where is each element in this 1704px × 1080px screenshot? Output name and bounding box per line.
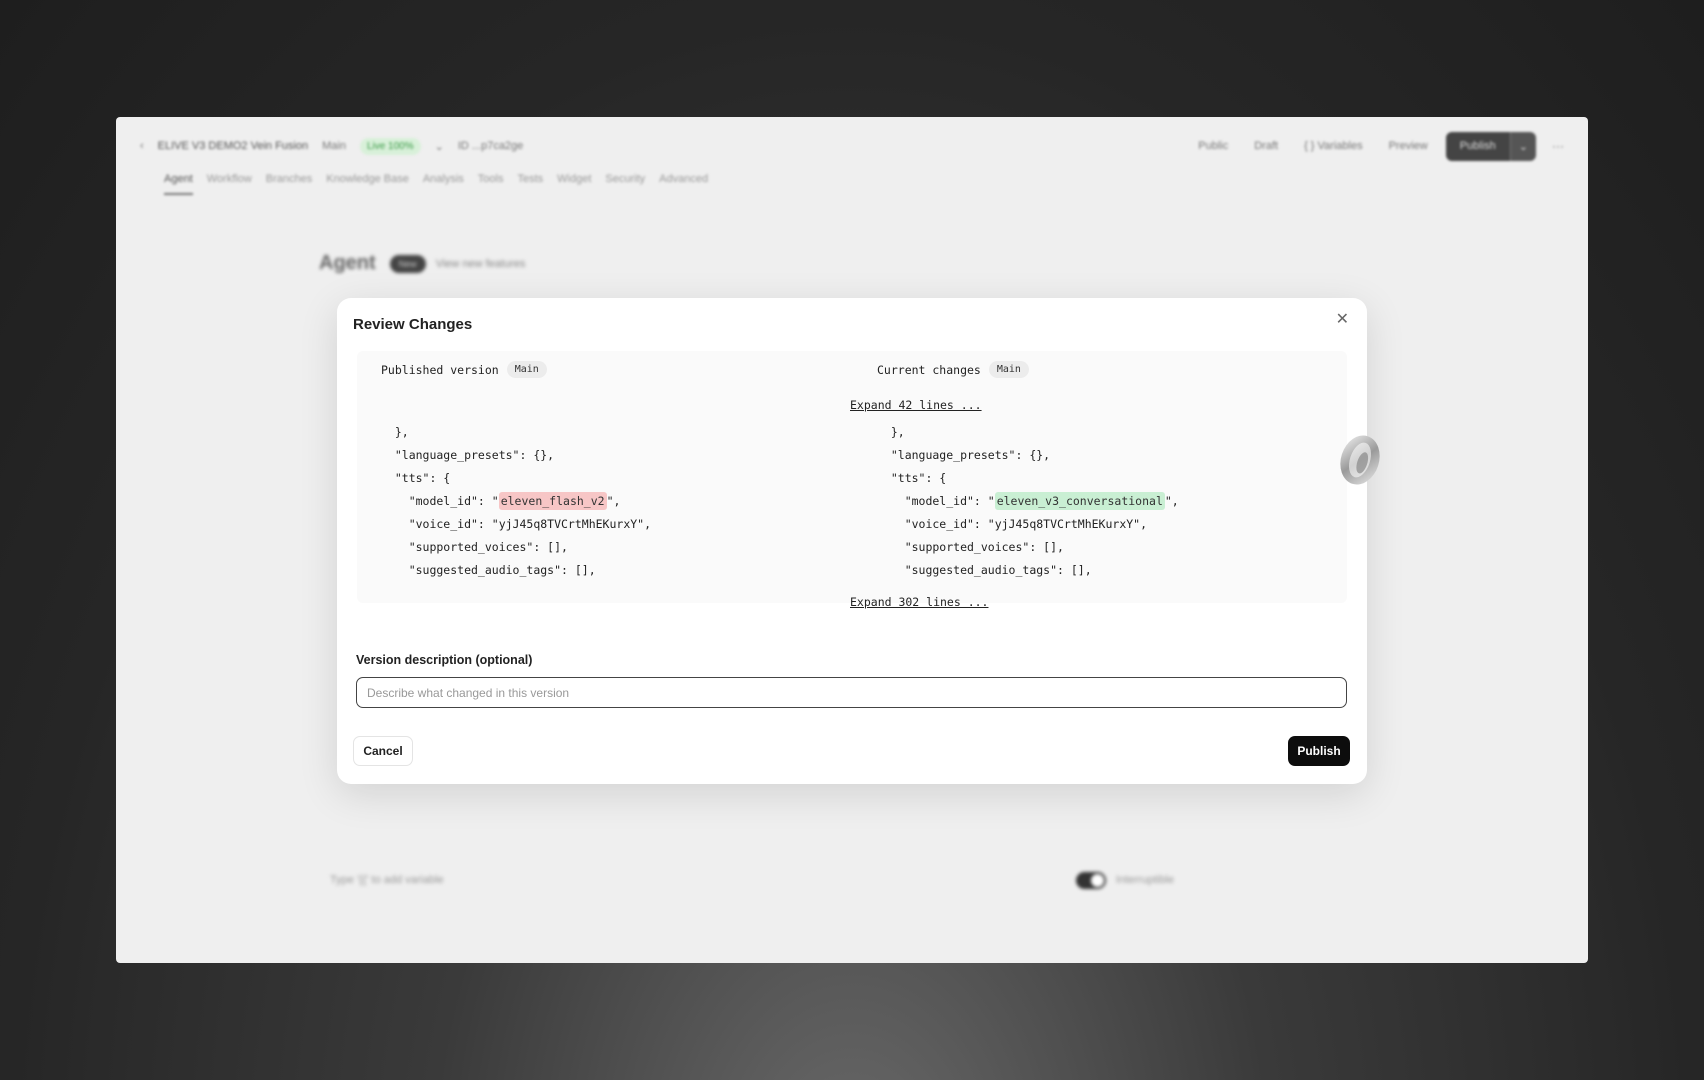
code-line: "tts": { [877,471,947,485]
branch-chevron-down-icon[interactable]: ⌄ [435,140,444,153]
interruptible-toggle-group: Interruptible [1075,871,1174,889]
tab-advanced[interactable]: Advanced [659,173,708,195]
branch-name[interactable]: Main [322,140,346,152]
view-new-features-link[interactable]: View new features [436,258,526,270]
public-toggle[interactable]: Public [1198,140,1228,152]
tab-branches[interactable]: Branches [266,173,312,195]
code-line: "tts": { [381,471,451,485]
current-changes-label: Current changes [877,362,981,377]
tab-agent[interactable]: Agent [164,173,193,195]
top-bar: ‹ ELIVE V3 DEMO2 Vein Fusion Main Live 1… [116,117,1588,175]
expand-bottom-link[interactable]: Expand 302 lines ... [850,595,988,609]
dialog-title: Review Changes [353,316,473,333]
tab-tools[interactable]: Tools [478,173,504,195]
code-line-changed: "model_id": " eleven_v3_conversational ", [877,490,1179,513]
code-line-prefix: "model_id": " [877,494,995,508]
added-value: eleven_v3_conversational [994,492,1165,510]
interruptible-toggle[interactable] [1075,871,1106,889]
code-line: }, [877,425,905,439]
draft-toggle[interactable]: Draft [1254,140,1278,152]
page-title: Agent [319,252,376,274]
agent-name[interactable]: ELIVE V3 DEMO2 Vein Fusion [158,140,308,152]
variable-hint: Type '{{' to add variable [330,874,444,886]
published-version-label: Published version [381,362,499,377]
agent-orb-icon[interactable] [1336,428,1382,488]
code-line-changed: "model_id": " eleven_flash_v2 ", [381,490,651,513]
version-description-input[interactable] [356,677,1347,708]
published-branch-tag: Main [506,361,547,378]
braces-icon: { } [1304,140,1315,152]
more-options-icon[interactable]: ··· [1552,139,1564,153]
tab-tests[interactable]: Tests [517,173,543,195]
code-line-suffix: ", [606,494,621,508]
agent-tabs: Agent Workflow Branches Knowledge Base A… [164,173,722,195]
published-code: }, "language_presets": {}, "tts": { "mod… [381,421,651,582]
cancel-button[interactable]: Cancel [353,736,413,766]
tab-workflow[interactable]: Workflow [207,173,252,195]
interruptible-label: Interruptible [1115,874,1174,886]
publish-menu-chevron-down-icon[interactable]: ⌄ [1509,131,1536,161]
code-line: }, [381,425,409,439]
current-branch-tag: Main [988,361,1029,378]
code-line: "suggested_audio_tags": [], [877,563,1092,577]
tab-security[interactable]: Security [605,173,645,195]
new-badge: New [389,254,426,273]
code-line: "language_presets": {}, [877,448,1051,462]
diff-viewer: Published version Main Current changes M… [357,351,1347,609]
code-line: "suggested_audio_tags": [], [381,563,596,577]
agent-id[interactable]: ID ...p7ca2ge [458,140,523,152]
code-line: "language_presets": {}, [381,448,555,462]
expand-top-link[interactable]: Expand 42 lines ... [850,398,982,412]
version-description-label: Version description (optional) [356,653,533,667]
variables-button[interactable]: { } Variables [1304,140,1363,152]
code-line: "voice_id": "yjJ45q8TVCrtMhEKurxY", [381,517,652,531]
publish-button-group: Publish ⌄ [1445,131,1536,161]
preview-button[interactable]: Preview [1389,140,1428,152]
published-version-header: Published version Main [381,361,547,378]
background-footer: Type '{{' to add variable Interruptible [316,855,1188,905]
publish-button[interactable]: Publish [1288,736,1350,766]
live-status-badge: Live 100% [359,137,421,155]
review-changes-dialog: Review Changes ✕ Published version Main … [337,298,1367,784]
back-chevron-left-icon[interactable]: ‹ [140,140,144,152]
background-heading: Agent New View new features [319,252,525,275]
removed-value: eleven_flash_v2 [498,492,607,510]
code-line: "voice_id": "yjJ45q8TVCrtMhEKurxY", [877,517,1148,531]
tab-analysis[interactable]: Analysis [423,173,464,195]
variables-label: Variables [1317,140,1363,152]
close-icon[interactable]: ✕ [1336,312,1349,328]
current-code: }, "language_presets": {}, "tts": { "mod… [877,421,1179,582]
current-changes-header: Current changes Main [877,361,1029,378]
code-line: "supported_voices": [], [877,540,1064,554]
top-bar-actions: Public Draft { } Variables Preview Publi… [1172,131,1564,161]
code-line-prefix: "model_id": " [381,494,499,508]
code-line: "supported_voices": [], [381,540,568,554]
code-line-suffix: ", [1164,494,1179,508]
tab-knowledge-base[interactable]: Knowledge Base [326,173,409,195]
topbar-publish-button[interactable]: Publish [1445,131,1510,161]
tab-widget[interactable]: Widget [557,173,591,195]
